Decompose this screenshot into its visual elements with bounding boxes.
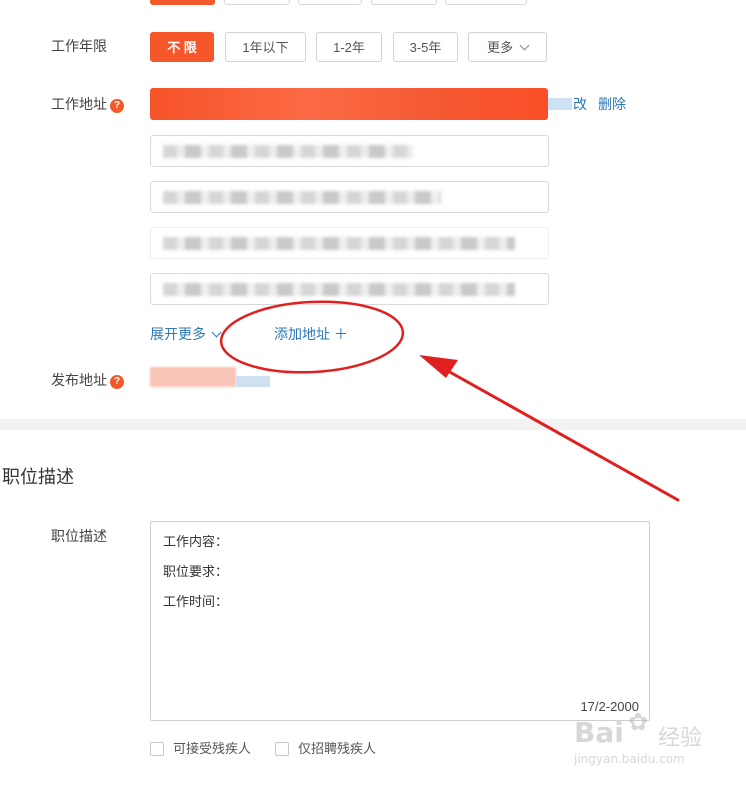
redacted-publish-address — [150, 367, 236, 387]
paw-icon: ✿ — [628, 708, 649, 736]
redacted-text — [163, 283, 515, 296]
work-address-label-text: 工作地址 — [51, 96, 107, 112]
help-icon[interactable]: ? — [110, 99, 124, 113]
address-option-4[interactable] — [150, 273, 549, 305]
publish-address-label-text: 发布地址 — [51, 372, 107, 388]
watermark-url: jingyan.baidu.com — [574, 752, 685, 766]
watermark-brand-cn: 经验 — [658, 726, 703, 751]
redacted-link — [548, 98, 572, 110]
redacted-address-selected — [150, 88, 548, 120]
section-divider — [0, 419, 746, 430]
option-3-5-years[interactable]: 3-5年 — [393, 32, 458, 62]
chevron-down-icon — [519, 40, 530, 51]
description-line: 工作内容： — [163, 534, 229, 549]
baidu-jingyan-watermark: Bai ✿ 经验 jingyan.baidu.com — [570, 708, 720, 778]
option-stub[interactable] — [298, 0, 362, 5]
option-unlimited[interactable]: 不 限 — [150, 32, 214, 62]
option-stub[interactable] — [150, 0, 215, 5]
option-more[interactable]: 更多 — [468, 32, 547, 62]
section-title: 职位描述 — [2, 467, 74, 487]
redacted-text — [163, 237, 515, 250]
edit-address-link[interactable]: 改 — [573, 94, 587, 114]
chevron-down-icon — [211, 327, 222, 338]
only-disabled-label[interactable]: 仅招聘残疾人 — [298, 740, 376, 758]
option-under-1-year[interactable]: 1年以下 — [225, 32, 306, 62]
option-stub[interactable] — [371, 0, 437, 5]
redacted-text — [163, 145, 413, 158]
job-description-textarea[interactable]: 工作内容： 职位要求： 工作时间： 17/2-2000 — [150, 521, 650, 721]
publish-address-label: 发布地址? — [51, 370, 124, 390]
accept-disabled-label[interactable]: 可接受残疾人 — [173, 740, 251, 758]
accept-disabled-checkbox[interactable] — [150, 742, 164, 756]
arrow-head-icon — [419, 355, 458, 378]
delete-address-link[interactable]: 删除 — [598, 94, 626, 114]
expand-more-label: 展开更多 — [150, 326, 206, 342]
address-option-1[interactable] — [150, 135, 549, 167]
only-disabled-checkbox[interactable] — [275, 742, 289, 756]
add-address-link[interactable]: 添加地址 ＋ — [274, 324, 348, 344]
expand-more-link[interactable]: 展开更多 — [150, 324, 222, 344]
redacted-text — [163, 191, 441, 204]
description-line: 工作时间： — [163, 594, 229, 609]
redacted-link — [236, 376, 270, 387]
option-stub[interactable] — [445, 0, 527, 5]
address-option-2[interactable] — [150, 181, 549, 213]
watermark-brand: Bai — [574, 716, 624, 749]
option-stub[interactable] — [224, 0, 290, 5]
arrow-shaft — [446, 369, 680, 502]
option-more-label: 更多 — [486, 40, 513, 55]
work-address-label: 工作地址? — [51, 94, 124, 114]
help-icon[interactable]: ? — [110, 375, 124, 389]
option-1-2-years[interactable]: 1-2年 — [316, 32, 382, 62]
work-years-label: 工作年限 — [51, 38, 107, 54]
address-option-3[interactable] — [150, 227, 549, 259]
job-description-label: 职位描述 — [51, 528, 107, 544]
description-line: 职位要求： — [163, 564, 229, 579]
